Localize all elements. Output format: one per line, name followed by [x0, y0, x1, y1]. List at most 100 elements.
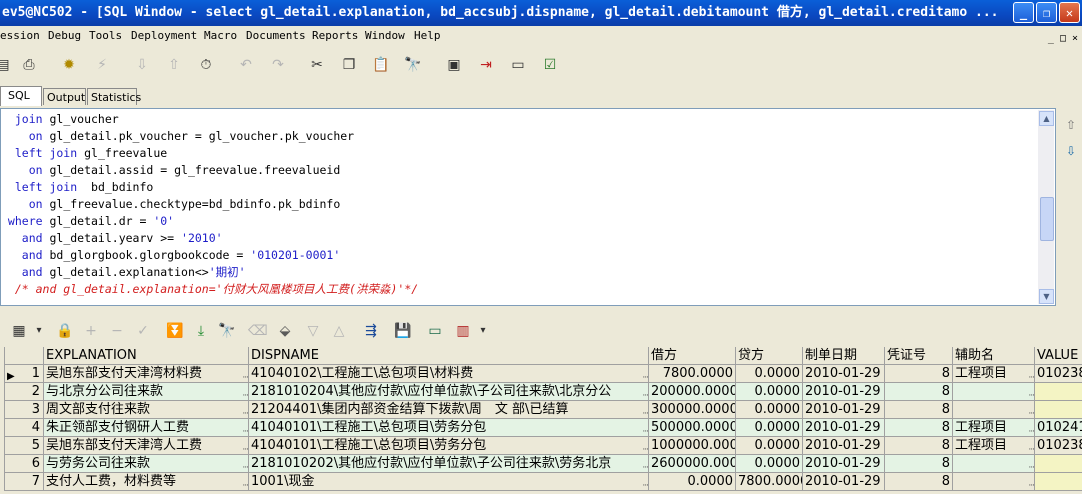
clear-icon[interactable]: ▭ [509, 56, 527, 74]
post-icon[interactable]: ✓ [134, 322, 152, 340]
row-number[interactable]: 6 [4, 455, 44, 473]
ellipsis-button[interactable]: ··· [242, 477, 248, 490]
cell-value[interactable] [1035, 383, 1082, 401]
cell-voucher[interactable]: 8 [885, 437, 953, 455]
insert-record-icon[interactable]: + [82, 322, 100, 340]
cell-voucher[interactable]: 8 [885, 455, 953, 473]
cell-value[interactable] [1035, 401, 1082, 419]
cut-icon[interactable]: ✂ [308, 56, 326, 74]
last-page-icon[interactable]: ⤓ [192, 322, 210, 340]
scroll-down-icon[interactable]: ▼ [1039, 289, 1054, 304]
cell-disp[interactable]: 41040101\工程施工\总包项目\劳务分包 ··· [249, 419, 649, 437]
cell-exp[interactable]: 与北京分公司往来款 ··· [44, 383, 249, 401]
cell-credit[interactable]: 0.0000 [736, 419, 803, 437]
scroll-thumb[interactable] [1040, 197, 1054, 241]
cell-disp[interactable]: 2181010202\其他应付款\应付单位款\子公司往来款\劳务北京 ··· [249, 455, 649, 473]
menu-macro[interactable]: Macro [204, 26, 237, 46]
menu-session[interactable]: ession [0, 26, 40, 46]
cell-date[interactable]: 2010-01-29 [803, 473, 885, 491]
header-explanation[interactable]: EXPLANATION [44, 347, 249, 365]
close-icon[interactable]: ✕ [1059, 2, 1080, 23]
menu-documents[interactable]: Documents [246, 26, 306, 46]
row-number[interactable]: ▶ 1 [4, 365, 44, 383]
ellipsis-button[interactable]: ··· [242, 405, 248, 418]
header-voucher[interactable]: 凭证号 [885, 347, 953, 365]
commit-icon[interactable]: ⇩ [133, 56, 151, 74]
cell-voucher[interactable]: 8 [885, 401, 953, 419]
mdi-restore-icon[interactable]: □ [1060, 29, 1066, 49]
cell-disp[interactable]: 1001\现金 ··· [249, 473, 649, 491]
cell-date[interactable]: 2010-01-29 [803, 401, 885, 419]
search-icon[interactable]: 🔭 [218, 322, 236, 340]
arrow-up-icon[interactable]: ⇧ [1066, 118, 1076, 132]
cell-credit[interactable]: 0.0000 [736, 455, 803, 473]
ellipsis-button[interactable]: ··· [1028, 369, 1034, 382]
template-icon[interactable]: ☑ [541, 56, 559, 74]
row-number[interactable]: 7 [4, 473, 44, 491]
cell-exp[interactable]: 周文部支付往来款 ··· [44, 401, 249, 419]
cell-credit[interactable]: 0.0000 [736, 383, 803, 401]
tab-output[interactable]: Output [43, 88, 86, 105]
next-page-icon[interactable]: ⏬ [166, 322, 184, 340]
menu-help[interactable]: Help [414, 26, 441, 46]
ellipsis-button[interactable]: ··· [242, 387, 248, 400]
cell-disp[interactable]: 41040102\工程施工\总包项目\材料费 ··· [249, 365, 649, 383]
cell-exp[interactable]: 支付人工费，材料费等 ··· [44, 473, 249, 491]
cell-date[interactable]: 2010-01-29 [803, 419, 885, 437]
ellipsis-button[interactable]: ··· [642, 387, 648, 400]
menu-tools[interactable]: Tools [89, 26, 122, 46]
mdi-minimize-icon[interactable]: _ [1048, 29, 1054, 49]
export-icon[interactable]: ⇥ [477, 56, 495, 74]
cell-disp[interactable]: 2181010204\其他应付款\应付单位款\子公司往来款\北京分公 ··· [249, 383, 649, 401]
rollback-icon[interactable]: ⇧ [165, 56, 183, 74]
ellipsis-button[interactable]: ··· [642, 477, 648, 490]
cell-aux[interactable]: 工程项目 ··· [953, 437, 1035, 455]
cell-exp[interactable]: 吴旭东部支付天津湾材料费 ··· [44, 365, 249, 383]
print-icon[interactable]: ⎙ [20, 56, 38, 74]
row-number[interactable]: 4 [4, 419, 44, 437]
cell-voucher[interactable]: 8 [885, 365, 953, 383]
cell-debit[interactable]: 500000.0000 [649, 419, 736, 437]
cell-credit[interactable]: 0.0000 [736, 437, 803, 455]
copy-icon[interactable]: ❐ [340, 56, 358, 74]
ellipsis-button[interactable]: ··· [242, 441, 248, 454]
export-data-icon[interactable]: ⇶ [362, 322, 380, 340]
header-dispname[interactable]: DISPNAME [249, 347, 649, 365]
ellipsis-button[interactable]: ··· [642, 405, 648, 418]
cell-debit[interactable]: 1000000.0000 [649, 437, 736, 455]
previous-record-icon[interactable]: ▽ [304, 322, 322, 340]
mdi-close-icon[interactable]: × [1072, 29, 1078, 49]
cell-aux[interactable]: ··· [953, 401, 1035, 419]
menu-debug[interactable]: Debug [48, 26, 81, 46]
menu-reports[interactable]: Reports [312, 26, 358, 46]
cell-date[interactable]: 2010-01-29 [803, 365, 885, 383]
cell-aux[interactable]: ··· [953, 473, 1035, 491]
arrow-down-icon[interactable]: ⇩ [1066, 144, 1076, 158]
ellipsis-button[interactable]: ··· [242, 369, 248, 382]
lock-icon[interactable]: 🔒 [56, 322, 74, 340]
minimize-icon[interactable]: _ [1013, 2, 1034, 23]
tab-statistics[interactable]: Statistics [87, 88, 141, 105]
row-number[interactable]: 5 [4, 437, 44, 455]
save-icon[interactable]: 💾 [394, 322, 412, 340]
header-credit[interactable]: 贷方 [736, 347, 803, 365]
ellipsis-button[interactable]: ··· [1028, 387, 1034, 400]
cell-debit[interactable]: 7800.0000 [649, 365, 736, 383]
header-date[interactable]: 制单日期 [803, 347, 885, 365]
cell-debit[interactable]: 300000.0000 [649, 401, 736, 419]
header-value[interactable]: VALUE [1035, 347, 1082, 365]
tab-sql[interactable]: SQL [0, 86, 42, 106]
header-aux[interactable]: 辅助名 [953, 347, 1035, 365]
next-record-icon[interactable]: △ [330, 322, 348, 340]
break-icon[interactable]: ⚡ [93, 56, 111, 74]
menu-deployment[interactable]: Deployment [131, 26, 197, 46]
cell-aux[interactable]: ··· [953, 455, 1035, 473]
ellipsis-button[interactable]: ··· [1028, 477, 1034, 490]
chart-dropdown-icon[interactable]: ▾ [474, 322, 492, 340]
cell-value[interactable]: 010238 [1035, 365, 1082, 383]
cell-debit[interactable]: 0.0000 [649, 473, 736, 491]
find-icon[interactable]: 🔭 [404, 56, 422, 74]
ellipsis-button[interactable]: ··· [1028, 459, 1034, 472]
row-number[interactable]: 3 [4, 401, 44, 419]
timer-icon[interactable]: ⏱ [197, 56, 215, 74]
